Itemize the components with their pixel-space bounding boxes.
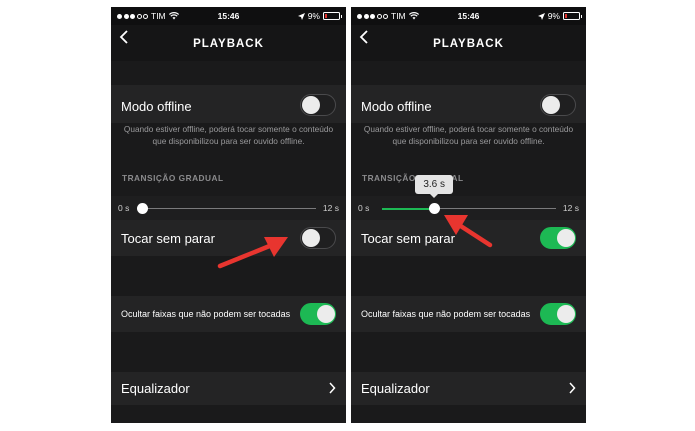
- offline-description: Quando estiver offline, poderá tocar som…: [363, 124, 574, 146]
- gapless-row: Tocar sem parar: [351, 220, 586, 256]
- gapless-toggle[interactable]: [300, 227, 336, 249]
- location-icon: [297, 12, 305, 20]
- battery-percent: 9%: [547, 11, 560, 21]
- equalizer-row[interactable]: Equalizador: [111, 372, 346, 405]
- crossfade-slider-row: 0 s 12 s: [351, 196, 586, 220]
- offline-description: Quando estiver offline, poderá tocar som…: [123, 124, 334, 146]
- hide-unplayable-label: Ocultar faixas que não podem ser tocadas: [121, 309, 291, 319]
- equalizer-row[interactable]: Equalizador: [351, 372, 586, 405]
- gapless-label: Tocar sem parar: [121, 231, 215, 246]
- slider-value-tooltip: 3.6 s: [415, 175, 454, 198]
- hide-unplayable-label: Ocultar faixas que não podem ser tocadas: [361, 309, 531, 319]
- slider-min-label: 0 s: [118, 203, 130, 213]
- hide-unplayable-toggle[interactable]: [540, 303, 576, 325]
- page-title: PLAYBACK: [193, 38, 264, 50]
- crossfade-slider[interactable]: [382, 203, 556, 214]
- chevron-right-icon: [329, 382, 336, 394]
- offline-mode-label: Modo offline: [361, 99, 432, 114]
- equalizer-label: Equalizador: [121, 381, 190, 396]
- slider-max-label: 12 s: [322, 203, 339, 213]
- nav-bar: PLAYBACK: [351, 25, 586, 61]
- page-title: PLAYBACK: [433, 38, 504, 50]
- hide-unplayable-row: Ocultar faixas que não podem ser tocadas: [351, 296, 586, 332]
- phone-screen-2: TIM 15:46 9% PLAYBACK Modo offline Quand…: [351, 7, 586, 423]
- gapless-row: Tocar sem parar: [111, 220, 346, 256]
- chevron-right-icon: [569, 382, 576, 394]
- phone-screen-1: TIM 15:46 9% PLAYBACK Modo offline Quand…: [111, 7, 346, 423]
- slider-min-label: 0 s: [358, 203, 370, 213]
- location-icon: [537, 12, 545, 20]
- battery-icon: [323, 12, 342, 20]
- hide-unplayable-toggle[interactable]: [300, 303, 336, 325]
- offline-mode-toggle[interactable]: [300, 94, 336, 116]
- offline-mode-toggle[interactable]: [540, 94, 576, 116]
- nav-bar: PLAYBACK: [111, 25, 346, 61]
- crossfade-header: TRANSIÇÃO GRADUAL: [122, 173, 224, 183]
- slider-fill: [382, 207, 435, 210]
- slider-max-label: 12 s: [562, 203, 579, 213]
- offline-mode-row: Modo offline: [111, 85, 346, 123]
- battery-percent: 9%: [307, 11, 320, 21]
- offline-mode-label: Modo offline: [121, 99, 192, 114]
- equalizer-label: Equalizador: [361, 381, 430, 396]
- status-bar: TIM 15:46 9%: [351, 7, 586, 25]
- hide-unplayable-row: Ocultar faixas que não podem ser tocadas: [111, 296, 346, 332]
- status-bar: TIM 15:46 9%: [111, 7, 346, 25]
- offline-mode-row: Modo offline: [351, 85, 586, 123]
- gapless-toggle[interactable]: [540, 227, 576, 249]
- crossfade-slider[interactable]: [136, 203, 316, 214]
- crossfade-slider-row: 0 s 12 s: [111, 196, 346, 220]
- gapless-label: Tocar sem parar: [361, 231, 455, 246]
- slider-thumb[interactable]: [136, 203, 148, 214]
- slider-thumb[interactable]: [428, 203, 440, 214]
- battery-icon: [563, 12, 582, 20]
